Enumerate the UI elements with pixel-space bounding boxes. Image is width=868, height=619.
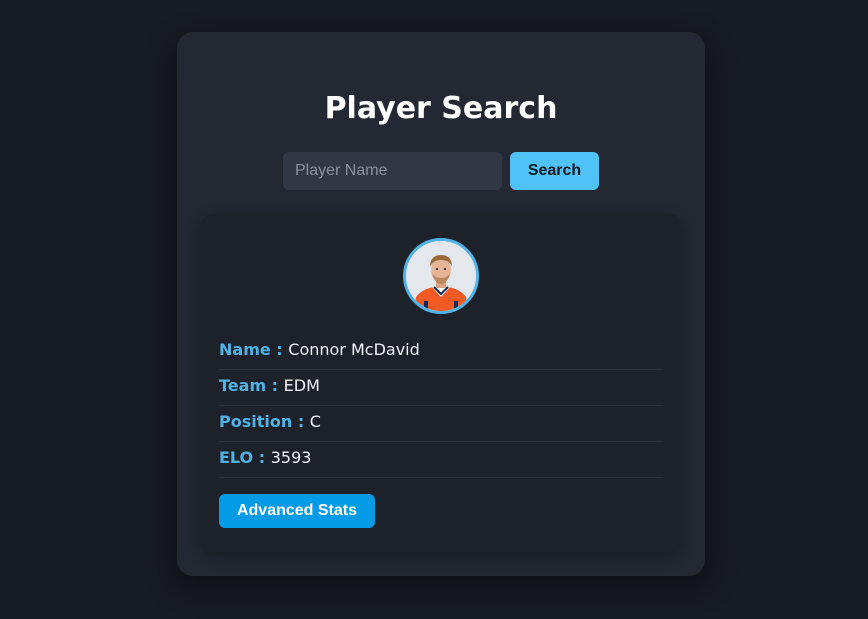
elo-label: ELO	[219, 448, 254, 467]
team-separator: :	[266, 376, 284, 395]
position-value: C	[309, 412, 321, 431]
elo-separator: :	[253, 448, 271, 467]
player-photo	[406, 241, 476, 311]
advanced-stats-button[interactable]: Advanced Stats	[219, 494, 375, 528]
player-card: Name : Connor McDavid Team : EDM Positio…	[201, 214, 681, 552]
elo-value: 3593	[270, 448, 312, 467]
player-avatar	[403, 238, 479, 314]
name-separator: :	[270, 340, 289, 359]
search-button[interactable]: Search	[510, 152, 599, 190]
position-separator: :	[292, 412, 310, 431]
position-label: Position	[219, 412, 293, 431]
team-label: Team	[219, 376, 267, 395]
page-title: Player Search	[324, 91, 558, 126]
name-value: Connor McDavid	[288, 340, 420, 359]
player-name-row: Name : Connor McDavid	[219, 334, 663, 370]
player-search-panel: Player Search Search	[177, 32, 705, 576]
player-name-input[interactable]	[283, 152, 502, 190]
player-elo-row: ELO : 3593	[219, 442, 663, 478]
player-team-row: Team : EDM	[219, 370, 663, 406]
team-value: EDM	[283, 376, 320, 395]
name-label: Name	[219, 340, 271, 359]
player-position-row: Position : C	[219, 406, 663, 442]
